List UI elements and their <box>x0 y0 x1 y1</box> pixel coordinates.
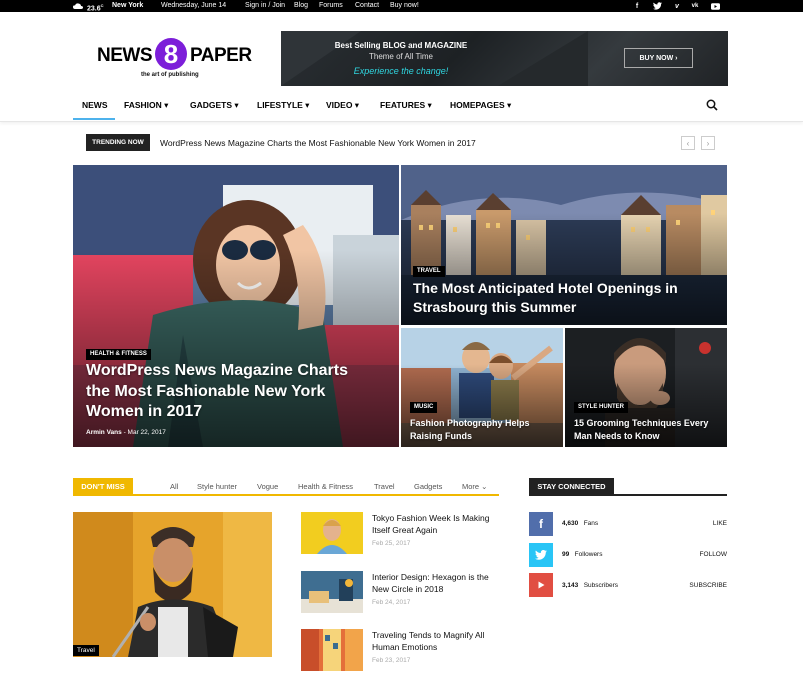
side-post-date: Feb 25, 2017 <box>372 540 411 547</box>
author-name[interactable]: Armin Vans <box>86 429 122 436</box>
post-thumbnail[interactable] <box>301 571 363 613</box>
twitter-icon[interactable] <box>529 543 553 567</box>
facebook-icon[interactable]: f <box>632 1 642 11</box>
post-meta: Armin Vans - Mar 22, 2017 <box>86 429 166 436</box>
logo-word-news: NEWS <box>97 45 153 66</box>
vimeo-icon[interactable]: v <box>672 1 682 11</box>
section-divider <box>529 494 727 496</box>
nav-item-fashion[interactable]: FASHION ▾ <box>124 100 168 110</box>
temperature: 23.6C <box>87 3 104 13</box>
banner-slogan: Experience the change! <box>353 66 449 76</box>
hero-bottom-right-title[interactable]: 15 Grooming Techniques Every Man Needs t… <box>574 417 724 442</box>
logo-word-paper: PAPER <box>190 45 252 66</box>
nav-item-features[interactable]: FEATURES ▾ <box>380 100 432 110</box>
weather-icon <box>73 2 83 13</box>
contact-link[interactable]: Contact <box>355 2 379 10</box>
facebook-fans-count: 4,630 Fans <box>562 520 599 527</box>
search-icon[interactable] <box>706 98 718 111</box>
hero-main-title[interactable]: WordPress News Magazine Charts the Most … <box>86 361 376 423</box>
hero-bottom-left-title[interactable]: Fashion Photography Helps Raising Funds <box>410 417 555 442</box>
stay-connected-label: STAY CONNECTED <box>529 478 614 495</box>
buy-now-link[interactable]: Buy now! <box>390 2 419 10</box>
city: New York <box>112 2 144 9</box>
nav-item-news[interactable]: NEWS <box>82 100 108 110</box>
hero-bottom-left-tile[interactable]: MUSIC Fashion Photography Helps Raising … <box>401 328 563 447</box>
youtube-icon[interactable] <box>710 1 720 11</box>
logo-tagline: the art of publishing <box>141 72 199 78</box>
filter-more-dropdown[interactable]: More ⌄ <box>462 482 487 491</box>
nav-item-lifestyle[interactable]: LIFESTYLE ▾ <box>257 100 309 110</box>
post-thumbnail[interactable] <box>301 629 363 671</box>
side-post-date: Feb 23, 2017 <box>372 657 411 664</box>
nav-item-video[interactable]: VIDEO ▾ <box>326 100 359 110</box>
category-badge[interactable]: Travel <box>73 645 99 656</box>
twitter-icon[interactable] <box>652 1 662 11</box>
trending-next-button[interactable]: › <box>701 136 715 150</box>
filter-all[interactable]: All <box>170 482 178 491</box>
site-logo[interactable]: NEWS 8 PAPER the art of publishing <box>97 38 257 82</box>
vk-icon[interactable]: vk <box>690 1 700 11</box>
thumbnail-image <box>301 512 363 554</box>
category-badge[interactable]: TRAVEL <box>413 266 445 277</box>
banner-buy-button[interactable]: BUY NOW › <box>624 48 693 68</box>
facebook-icon[interactable]: f <box>529 512 553 536</box>
signin-link[interactable]: Sign in / Join <box>245 2 285 10</box>
hero-main-tile[interactable]: HEALTH & FITNESS WordPress News Magazine… <box>73 165 399 447</box>
twitter-followers-count: 99 Followers <box>562 551 603 558</box>
banner-headline: Best Selling BLOG and MAGAZINE <box>334 41 468 50</box>
dont-miss-main-image <box>73 512 272 657</box>
nav-item-homepages[interactable]: HOMEPAGES ▾ <box>450 100 511 110</box>
hero-top-right-tile[interactable]: TRAVEL The Most Anticipated Hotel Openin… <box>401 165 727 325</box>
facebook-like-button[interactable]: LIKE <box>713 520 727 528</box>
blog-link[interactable]: Blog <box>294 2 308 10</box>
twitter-follow-button[interactable]: FOLLOW <box>700 551 727 559</box>
filter-gadgets[interactable]: Gadgets <box>414 482 442 491</box>
side-post-date: Feb 24, 2017 <box>372 599 411 606</box>
forums-link[interactable]: Forums <box>319 2 343 10</box>
trending-prev-button[interactable]: ‹ <box>681 136 695 150</box>
youtube-subscribe-button[interactable]: SUBSCRIBE <box>689 582 727 590</box>
nav-item-gadgets[interactable]: GADGETS ▾ <box>190 100 239 110</box>
filter-vogue[interactable]: Vogue <box>257 482 278 491</box>
dont-miss-main-post[interactable]: Travel <box>73 512 272 657</box>
hero-top-right-title[interactable]: The Most Anticipated Hotel Openings in S… <box>413 279 713 316</box>
current-date: Wednesday, June 14 <box>161 2 227 9</box>
top-bar: 23.6C New York Wednesday, June 14 Sign i… <box>0 0 803 12</box>
trending-headline[interactable]: WordPress News Magazine Charts the Most … <box>160 138 476 148</box>
banner-subheadline: Theme of All Time <box>368 52 434 61</box>
nav-active-indicator <box>73 118 115 120</box>
trending-label: TRENDING NOW <box>86 134 150 151</box>
thumbnail-image <box>301 629 363 671</box>
ad-banner[interactable]: Best Selling BLOG and MAGAZINE Theme of … <box>281 31 728 86</box>
section-divider <box>73 494 499 496</box>
side-post-title[interactable]: Tokyo Fashion Week Is Making Itself Grea… <box>372 512 497 536</box>
hero-bottom-right-tile[interactable]: STYLE HUNTER 15 Grooming Techniques Ever… <box>565 328 727 447</box>
filter-health-fitness[interactable]: Health & Fitness <box>298 482 353 491</box>
main-nav: NEWS FASHION ▾ GADGETS ▾ LIFESTYLE ▾ VID… <box>0 94 803 122</box>
youtube-icon[interactable] <box>529 573 553 597</box>
category-badge[interactable]: STYLE HUNTER <box>574 402 629 413</box>
post-thumbnail[interactable] <box>301 512 363 554</box>
category-badge[interactable]: HEALTH & FITNESS <box>86 349 151 360</box>
filter-travel[interactable]: Travel <box>374 482 395 491</box>
thumbnail-image <box>301 571 363 613</box>
side-post-title[interactable]: Interior Design: Hexagon is the New Circ… <box>372 571 497 595</box>
side-post-title[interactable]: Traveling Tends to Magnify All Human Emo… <box>372 629 497 653</box>
filter-style-hunter[interactable]: Style hunter <box>197 482 237 491</box>
dont-miss-label: DON'T MISS <box>73 478 133 495</box>
post-date: Mar 22, 2017 <box>127 429 166 436</box>
youtube-subscribers-count: 3,143 Subscribers <box>562 582 619 589</box>
logo-digit-badge: 8 <box>155 38 187 70</box>
category-badge[interactable]: MUSIC <box>410 402 438 413</box>
